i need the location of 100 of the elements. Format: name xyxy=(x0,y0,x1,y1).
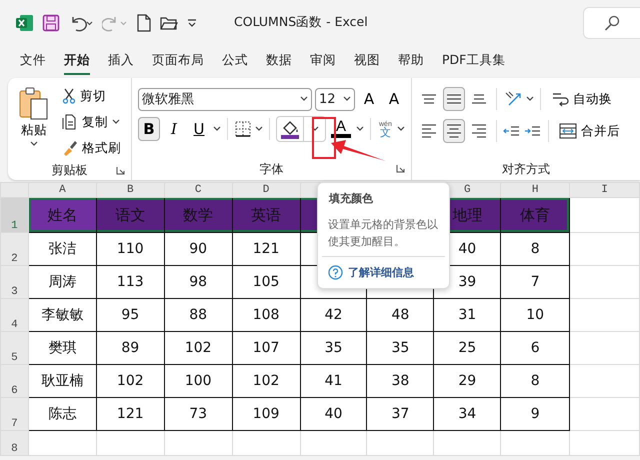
highlight-frame xyxy=(312,117,336,159)
ribbon-tab[interactable]: 页面布局 xyxy=(144,48,212,72)
group-label: 对齐方式 xyxy=(502,160,550,178)
table-cell: 耿亚楠 xyxy=(28,364,96,398)
table-cell: 102 xyxy=(96,364,164,398)
font-name-field[interactable]: 微软雅黑 xyxy=(138,88,312,110)
scissors-icon xyxy=(62,88,76,104)
paste-button[interactable]: 粘贴 xyxy=(14,84,54,160)
table-cell: 31 xyxy=(434,298,501,332)
dialog-launcher-icon[interactable] xyxy=(396,164,405,173)
table-cell: 102 xyxy=(232,364,300,398)
column-header[interactable]: B xyxy=(96,182,164,198)
spreadsheet-app-icon xyxy=(16,14,34,32)
caret-icon xyxy=(112,119,120,125)
table-cell: 陈志 xyxy=(28,398,96,430)
ribbon-tab[interactable]: PDF工具集 xyxy=(434,48,514,72)
format-painter-button[interactable]: 格式刷 xyxy=(58,136,125,160)
merge-cells-icon xyxy=(559,123,577,139)
help-icon xyxy=(328,265,343,280)
table-cell: 6 xyxy=(500,332,570,364)
row-header[interactable]: 6 xyxy=(0,364,28,398)
search-icon xyxy=(604,14,620,30)
caret-icon xyxy=(30,141,38,147)
folder-icon[interactable] xyxy=(160,14,178,30)
ribbon-tab[interactable]: 审阅 xyxy=(302,48,344,72)
cut-button[interactable]: 剪切 xyxy=(58,84,125,108)
row-header[interactable]: 4 xyxy=(0,298,28,332)
table-cell: 105 xyxy=(232,266,300,298)
text-orientation-icon[interactable] xyxy=(503,90,523,108)
table-cell: 90 xyxy=(164,232,232,266)
new-file-icon[interactable] xyxy=(136,14,152,32)
align-middle-icon xyxy=(447,94,461,104)
grow-font-button[interactable]: A xyxy=(358,87,380,111)
underline-button[interactable]: U xyxy=(188,117,210,141)
header-cell: 姓名 xyxy=(28,198,96,232)
align-bottom-icon xyxy=(472,94,486,104)
window-title: COLUMNS函数 - Excel xyxy=(234,14,368,31)
row-header[interactable]: 3 xyxy=(0,266,28,298)
row-header[interactable]: 7 xyxy=(0,398,28,430)
header-cell: 数学 xyxy=(164,198,232,232)
table-cell: 25 xyxy=(434,332,501,364)
font-size-field[interactable]: 12 xyxy=(315,88,355,110)
paintbrush-icon xyxy=(62,140,78,156)
table-cell: 42 xyxy=(300,298,367,332)
caret-icon xyxy=(300,96,308,102)
dialog-launcher-icon[interactable] xyxy=(116,166,125,175)
table-cell: 102 xyxy=(164,332,232,364)
table-cell: 110 xyxy=(96,232,164,266)
ribbon-tab[interactable]: 视图 xyxy=(346,48,388,72)
caret-icon xyxy=(310,126,318,132)
column-header[interactable]: A xyxy=(28,182,96,198)
table-cell: 35 xyxy=(366,332,434,364)
table-cell: 48 xyxy=(366,298,434,332)
table-cell: 张洁 xyxy=(28,232,96,266)
customize-caret-icon[interactable] xyxy=(186,18,198,28)
row-header[interactable]: 2 xyxy=(0,232,28,266)
table-cell: 95 xyxy=(96,298,164,332)
caret-icon xyxy=(526,96,534,102)
font-color-button[interactable]: A xyxy=(329,120,353,138)
ribbon-tab[interactable]: 数据 xyxy=(258,48,300,72)
column-header[interactable]: I xyxy=(570,182,640,198)
ribbon-tab[interactable]: 插入 xyxy=(100,48,142,72)
row-header[interactable]: 5 xyxy=(0,332,28,364)
column-header[interactable]: H xyxy=(500,182,570,198)
bold-button[interactable]: B xyxy=(138,117,160,141)
align-middle-button[interactable] xyxy=(443,87,465,111)
ribbon-tab[interactable]: 帮助 xyxy=(390,48,432,72)
ribbon-tab[interactable]: 开始 xyxy=(56,48,98,72)
learn-more-link[interactable]: 了解详细信息 xyxy=(348,265,414,280)
table-cell: 樊琪 xyxy=(28,332,96,364)
table-cell: 35 xyxy=(300,332,367,364)
header-cell: 英语 xyxy=(232,198,300,232)
copy-button[interactable]: 复制 xyxy=(58,110,125,134)
column-header[interactable]: C xyxy=(164,182,232,198)
wrap-text-button[interactable]: 自动换 xyxy=(547,87,616,111)
row-header[interactable]: 1 xyxy=(0,198,28,232)
ribbon-tab[interactable]: 公式 xyxy=(214,48,256,72)
table-cell: 113 xyxy=(96,266,164,298)
align-right-icon xyxy=(472,124,486,138)
ribbon-tab[interactable]: 文件 xyxy=(12,48,54,72)
align-top-icon xyxy=(422,94,436,104)
header-cell: 体育 xyxy=(500,198,570,232)
shrink-font-button[interactable]: A xyxy=(383,87,405,111)
save-icon[interactable] xyxy=(42,14,60,32)
column-header[interactable]: D xyxy=(232,182,300,198)
table-cell: 29 xyxy=(434,364,501,398)
row-header[interactable]: 8 xyxy=(0,430,28,456)
align-center-icon xyxy=(447,124,461,138)
table-cell: 88 xyxy=(164,298,232,332)
table-cell: 100 xyxy=(164,364,232,398)
table-cell: 10 xyxy=(500,298,570,332)
align-center-button[interactable] xyxy=(443,119,465,143)
align-left-icon xyxy=(422,124,436,138)
merge-center-button[interactable]: 合并后 xyxy=(555,119,624,143)
search-box[interactable] xyxy=(583,6,640,38)
caret-icon xyxy=(213,126,221,132)
italic-button[interactable]: I xyxy=(163,117,185,141)
table-cell: 7 xyxy=(500,266,570,298)
table-cell: 周涛 xyxy=(28,266,96,298)
borders-icon[interactable] xyxy=(234,120,252,138)
